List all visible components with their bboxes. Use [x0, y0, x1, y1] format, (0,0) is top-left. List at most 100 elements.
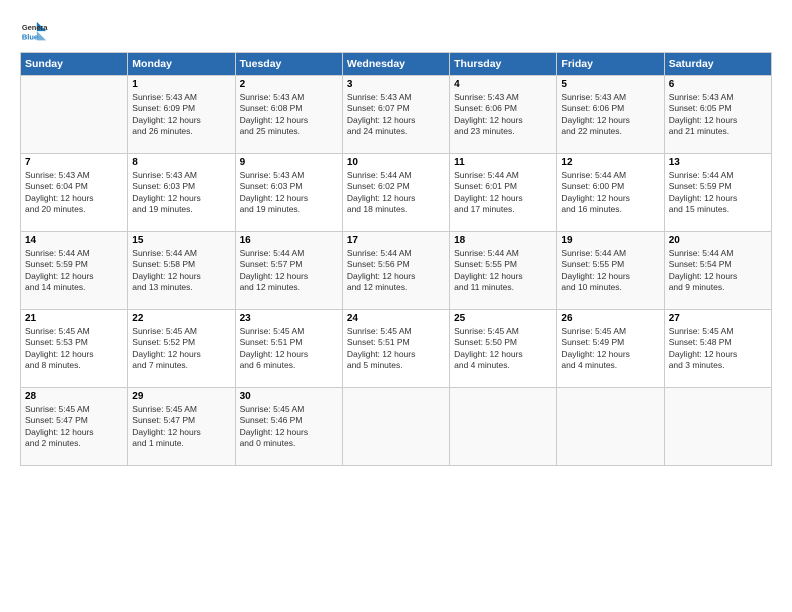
cell-5-7: [664, 388, 771, 466]
cell-4-6: 26 Sunrise: 5:45 AM Sunset: 5:49 PM Dayli…: [557, 310, 664, 388]
day-number: 5: [561, 79, 659, 90]
cell-content: Sunrise: 5:44 AM Sunset: 6:00 PM Dayligh…: [561, 170, 659, 216]
header-row: SundayMondayTuesdayWednesdayThursdayFrid…: [21, 53, 772, 76]
cell-content: Sunrise: 5:45 AM Sunset: 5:52 PM Dayligh…: [132, 326, 230, 372]
page: General Blue SundayMondayTuesdayWednesda…: [0, 0, 792, 612]
cell-content: Sunrise: 5:45 AM Sunset: 5:48 PM Dayligh…: [669, 326, 767, 372]
cell-4-3: 23Sunrise: 5:45 AM Sunset: 5:51 PM Dayli…: [235, 310, 342, 388]
svg-text:General: General: [22, 23, 48, 32]
day-number: 7: [25, 157, 123, 168]
day-number: 19: [561, 235, 659, 246]
day-number: 13: [669, 157, 767, 168]
cell-5-4: [342, 388, 449, 466]
cell-3-3: 16Sunrise: 5:44 AM Sunset: 5:57 PM Dayli…: [235, 232, 342, 310]
cell-content: Sunrise: 5:43 AM Sunset: 6:05 PM Dayligh…: [669, 92, 767, 138]
cell-1-1: [21, 76, 128, 154]
header: General Blue: [20, 18, 772, 46]
day-number: 8: [132, 157, 230, 168]
cell-5-5: [450, 388, 557, 466]
cell-2-5: 11Sunrise: 5:44 AM Sunset: 6:01 PM Dayli…: [450, 154, 557, 232]
day-number: 3: [347, 79, 445, 90]
cell-3-4: 17 Sunrise: 5:44 AM Sunset: 5:56 PM Dayli…: [342, 232, 449, 310]
cell-1-5: 4 Sunrise: 5:43 AM Sunset: 6:06 PM Daylig…: [450, 76, 557, 154]
cell-content: Sunrise: 5:45 AM Sunset: 5:46 PM Dayligh…: [240, 404, 338, 450]
day-number: 14: [25, 235, 123, 246]
cell-4-1: 21 Sunrise: 5:45 AM Sunset: 5:53 PM Dayli…: [21, 310, 128, 388]
cell-2-6: 12 Sunrise: 5:44 AM Sunset: 6:00 PM Dayli…: [557, 154, 664, 232]
col-header-monday: Monday: [128, 53, 235, 76]
day-number: 10: [347, 157, 445, 168]
cell-content: Sunrise: 5:44 AM Sunset: 5:55 PM Dayligh…: [561, 248, 659, 294]
cell-3-6: 19 Sunrise: 5:44 AM Sunset: 5:55 PM Dayli…: [557, 232, 664, 310]
calendar-table: SundayMondayTuesdayWednesdayThursdayFrid…: [20, 52, 772, 466]
cell-2-3: 9 Sunrise: 5:43 AM Sunset: 6:03 PM Daylig…: [235, 154, 342, 232]
cell-content: Sunrise: 5:45 AM Sunset: 5:50 PM Dayligh…: [454, 326, 552, 372]
cell-content: Sunrise: 5:43 AM Sunset: 6:06 PM Dayligh…: [454, 92, 552, 138]
cell-content: Sunrise: 5:45 AM Sunset: 5:53 PM Dayligh…: [25, 326, 123, 372]
cell-content: Sunrise: 5:45 AM Sunset: 5:49 PM Dayligh…: [561, 326, 659, 372]
logo-icon: General Blue: [20, 18, 48, 46]
col-header-friday: Friday: [557, 53, 664, 76]
col-header-wednesday: Wednesday: [342, 53, 449, 76]
col-header-saturday: Saturday: [664, 53, 771, 76]
cell-content: Sunrise: 5:43 AM Sunset: 6:03 PM Dayligh…: [132, 170, 230, 216]
cell-content: Sunrise: 5:45 AM Sunset: 5:51 PM Dayligh…: [240, 326, 338, 372]
week-row-1: 1 Sunrise: 5:43 AM Sunset: 6:09 PM Daylig…: [21, 76, 772, 154]
day-number: 29: [132, 391, 230, 402]
day-number: 25: [454, 313, 552, 324]
cell-content: Sunrise: 5:43 AM Sunset: 6:04 PM Dayligh…: [25, 170, 123, 216]
cell-4-4: 24Sunrise: 5:45 AM Sunset: 5:51 PM Dayli…: [342, 310, 449, 388]
cell-3-7: 20 Sunrise: 5:44 AM Sunset: 5:54 PM Dayli…: [664, 232, 771, 310]
day-number: 24: [347, 313, 445, 324]
cell-content: Sunrise: 5:45 AM Sunset: 5:47 PM Dayligh…: [25, 404, 123, 450]
day-number: 4: [454, 79, 552, 90]
day-number: 11: [454, 157, 552, 168]
day-number: 20: [669, 235, 767, 246]
cell-5-6: [557, 388, 664, 466]
cell-2-4: 10 Sunrise: 5:44 AM Sunset: 6:02 PM Dayli…: [342, 154, 449, 232]
cell-content: Sunrise: 5:43 AM Sunset: 6:07 PM Dayligh…: [347, 92, 445, 138]
week-row-3: 14 Sunrise: 5:44 AM Sunset: 5:59 PM Dayli…: [21, 232, 772, 310]
cell-2-2: 8 Sunrise: 5:43 AM Sunset: 6:03 PM Daylig…: [128, 154, 235, 232]
svg-text:Blue: Blue: [22, 32, 38, 41]
day-number: 9: [240, 157, 338, 168]
cell-4-2: 22Sunrise: 5:45 AM Sunset: 5:52 PM Dayli…: [128, 310, 235, 388]
cell-content: Sunrise: 5:43 AM Sunset: 6:06 PM Dayligh…: [561, 92, 659, 138]
day-number: 17: [347, 235, 445, 246]
day-number: 2: [240, 79, 338, 90]
cell-3-5: 18Sunrise: 5:44 AM Sunset: 5:55 PM Dayli…: [450, 232, 557, 310]
cell-1-4: 3 Sunrise: 5:43 AM Sunset: 6:07 PM Daylig…: [342, 76, 449, 154]
cell-4-5: 25 Sunrise: 5:45 AM Sunset: 5:50 PM Dayli…: [450, 310, 557, 388]
week-row-2: 7 Sunrise: 5:43 AM Sunset: 6:04 PM Daylig…: [21, 154, 772, 232]
cell-5-3: 30 Sunrise: 5:45 AM Sunset: 5:46 PM Dayli…: [235, 388, 342, 466]
cell-content: Sunrise: 5:43 AM Sunset: 6:08 PM Dayligh…: [240, 92, 338, 138]
col-header-thursday: Thursday: [450, 53, 557, 76]
day-number: 12: [561, 157, 659, 168]
cell-content: Sunrise: 5:44 AM Sunset: 5:58 PM Dayligh…: [132, 248, 230, 294]
logo: General Blue: [20, 18, 48, 46]
day-number: 15: [132, 235, 230, 246]
cell-content: Sunrise: 5:44 AM Sunset: 5:57 PM Dayligh…: [240, 248, 338, 294]
week-row-4: 21 Sunrise: 5:45 AM Sunset: 5:53 PM Dayli…: [21, 310, 772, 388]
day-number: 30: [240, 391, 338, 402]
day-number: 28: [25, 391, 123, 402]
cell-1-6: 5 Sunrise: 5:43 AM Sunset: 6:06 PM Daylig…: [557, 76, 664, 154]
cell-1-7: 6Sunrise: 5:43 AM Sunset: 6:05 PM Daylig…: [664, 76, 771, 154]
col-header-sunday: Sunday: [21, 53, 128, 76]
cell-content: Sunrise: 5:44 AM Sunset: 5:56 PM Dayligh…: [347, 248, 445, 294]
day-number: 26: [561, 313, 659, 324]
day-number: 1: [132, 79, 230, 90]
cell-content: Sunrise: 5:43 AM Sunset: 6:09 PM Dayligh…: [132, 92, 230, 138]
col-header-tuesday: Tuesday: [235, 53, 342, 76]
day-number: 21: [25, 313, 123, 324]
day-number: 18: [454, 235, 552, 246]
cell-2-7: 13Sunrise: 5:44 AM Sunset: 5:59 PM Dayli…: [664, 154, 771, 232]
cell-content: Sunrise: 5:45 AM Sunset: 5:47 PM Dayligh…: [132, 404, 230, 450]
cell-content: Sunrise: 5:44 AM Sunset: 5:59 PM Dayligh…: [25, 248, 123, 294]
cell-content: Sunrise: 5:44 AM Sunset: 5:54 PM Dayligh…: [669, 248, 767, 294]
cell-content: Sunrise: 5:43 AM Sunset: 6:03 PM Dayligh…: [240, 170, 338, 216]
cell-content: Sunrise: 5:44 AM Sunset: 6:02 PM Dayligh…: [347, 170, 445, 216]
cell-4-7: 27Sunrise: 5:45 AM Sunset: 5:48 PM Dayli…: [664, 310, 771, 388]
cell-1-2: 1 Sunrise: 5:43 AM Sunset: 6:09 PM Daylig…: [128, 76, 235, 154]
cell-2-1: 7 Sunrise: 5:43 AM Sunset: 6:04 PM Daylig…: [21, 154, 128, 232]
